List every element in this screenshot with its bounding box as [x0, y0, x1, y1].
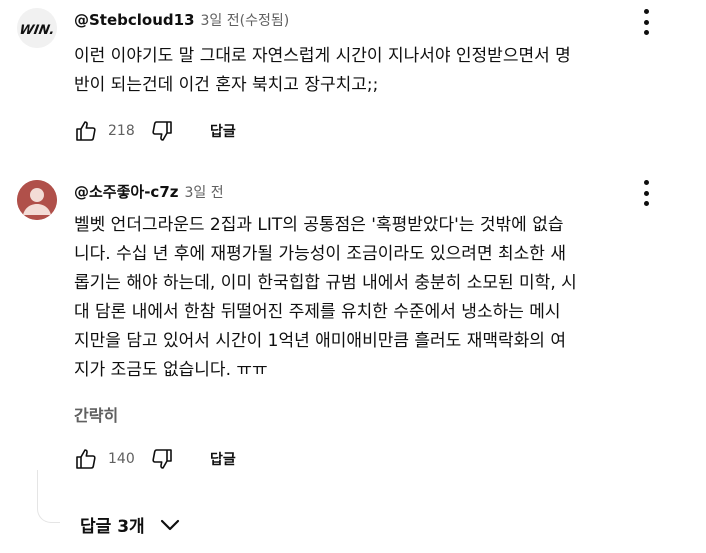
author-line: @Stebcloud13 3일 전(수정됨) — [74, 10, 289, 32]
comment-actions: 140 답글 — [74, 445, 236, 473]
chevron-down-icon — [159, 514, 181, 536]
like-count: 140 — [108, 451, 135, 467]
avatar[interactable] — [17, 180, 57, 220]
more-options-button[interactable] — [634, 180, 658, 206]
author-line: @소주좋아-c7z 3일 전 — [74, 181, 224, 203]
comment-line: 지가 조금도 없습니다. ㅠㅠ — [74, 360, 268, 380]
comment-time[interactable]: 3일 전(수정됨) — [201, 10, 290, 30]
show-less-button[interactable]: 간략히 — [74, 402, 118, 426]
like-button[interactable]: 140 — [74, 447, 148, 471]
win-logo-icon: WIN. — [17, 8, 57, 48]
more-vert-icon — [643, 180, 649, 185]
comment-time[interactable]: 3일 전 — [185, 182, 224, 202]
author-name[interactable]: @소주좋아-c7z — [74, 181, 179, 202]
reply-button[interactable]: 답글 — [210, 121, 236, 141]
replies-count-label: 답글 3개 — [80, 517, 145, 537]
comment-text: 이런 이야기도 말 그대로 자연스럽게 시간이 지나서야 인정받으면서 명 반이… — [74, 42, 674, 100]
thumb-down-icon — [152, 121, 172, 141]
more-vert-icon — [643, 9, 649, 14]
thumb-up-icon — [76, 449, 96, 469]
avatar[interactable]: WIN. — [17, 8, 57, 48]
comment-actions: 218 답글 — [74, 117, 236, 145]
thumb-up-icon — [76, 121, 96, 141]
author-name[interactable]: @Stebcloud13 — [74, 11, 195, 29]
thread-line — [37, 470, 60, 523]
dislike-button[interactable] — [150, 447, 174, 471]
reply-button[interactable]: 답글 — [210, 449, 236, 469]
comment-text: 벨벳 언더그라운드 2집과 LIT의 공통점은 '혹평받았다'는 것밖에 없습 … — [74, 211, 674, 385]
comment-line: 롭기는 해야 하는데, 이미 한국힙합 규범 내에서 충분히 소모된 미학, 시 — [74, 273, 577, 293]
dislike-button[interactable] — [150, 119, 174, 143]
comment-line: 벨벳 언더그라운드 2집과 LIT의 공통점은 '혹평받았다'는 것밖에 없습 — [74, 215, 564, 235]
comment-line: 이런 이야기도 말 그대로 자연스럽게 시간이 지나서야 인정받으면서 명 — [74, 46, 571, 66]
person-icon — [17, 180, 57, 220]
more-options-button[interactable] — [634, 9, 658, 35]
replies-toggle-button[interactable]: 답글 3개 — [80, 512, 181, 537]
svg-text:WIN.: WIN. — [18, 23, 56, 38]
comment-line: 니다. 수십 년 후에 재평가될 가능성이 조금이라도 있으려면 최소한 새 — [74, 244, 566, 264]
like-button[interactable]: 218 — [74, 119, 148, 143]
like-count: 218 — [108, 123, 135, 139]
comment-line: 대 담론 내에서 한참 뒤떨어진 주제를 유치한 수준에서 냉소하는 메시 — [74, 302, 561, 322]
comment-line: 반이 되는건데 이건 혼자 북치고 장구치고;; — [74, 75, 379, 95]
thumb-down-icon — [152, 449, 172, 469]
comment-line: 지만을 담고 있어서 시간이 1억년 애미애비만큼 흘러도 재맥락화의 여 — [74, 331, 566, 351]
